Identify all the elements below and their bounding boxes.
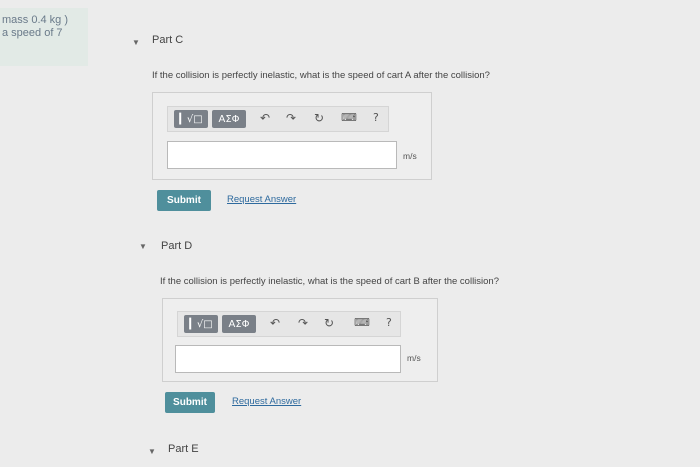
part-c-submit-button[interactable]: Submit bbox=[157, 190, 211, 211]
help-icon[interactable]: ? bbox=[386, 316, 392, 329]
part-d-answer-input[interactable] bbox=[175, 345, 401, 373]
keyboard-icon[interactable]: ⌨ bbox=[341, 111, 357, 124]
undo-icon[interactable]: ↶ bbox=[260, 111, 270, 125]
context-line-1: mass 0.4 kg ) bbox=[2, 14, 69, 26]
part-d-title[interactable]: Part D bbox=[161, 240, 192, 252]
redo-icon[interactable]: ↷ bbox=[298, 316, 308, 330]
part-d-question: If the collision is perfectly inelastic,… bbox=[160, 276, 499, 287]
caret-down-icon[interactable]: ▼ bbox=[148, 447, 156, 456]
caret-down-icon[interactable]: ▼ bbox=[132, 38, 140, 47]
undo-icon[interactable]: ↶ bbox=[270, 316, 280, 330]
reset-icon[interactable]: ↻ bbox=[314, 111, 324, 125]
templates-button[interactable]: ▎√□ bbox=[174, 110, 208, 128]
help-icon[interactable]: ? bbox=[373, 111, 379, 124]
part-c-title[interactable]: Part C bbox=[152, 34, 183, 46]
caret-down-icon[interactable]: ▼ bbox=[139, 242, 147, 251]
reset-icon[interactable]: ↻ bbox=[324, 316, 334, 330]
templates-button[interactable]: ▎√□ bbox=[184, 315, 218, 333]
part-c-unit: m/s bbox=[403, 151, 417, 161]
symbols-button[interactable]: ΑΣΦ bbox=[222, 315, 256, 333]
part-c-answer-input[interactable] bbox=[167, 141, 397, 169]
part-c-question: If the collision is perfectly inelastic,… bbox=[152, 70, 490, 81]
symbols-button[interactable]: ΑΣΦ bbox=[212, 110, 246, 128]
part-c-answer-area: ▎√□ ΑΣΦ ↶ ↷ ↻ ⌨ ? m/s bbox=[152, 92, 432, 180]
part-d-unit: m/s bbox=[407, 353, 421, 363]
context-line-2: a speed of 7 bbox=[2, 27, 63, 39]
math-toolbar: ▎√□ ΑΣΦ ↶ ↷ ↻ ⌨ ? bbox=[167, 106, 389, 132]
keyboard-icon[interactable]: ⌨ bbox=[354, 316, 370, 329]
part-c-request-answer-link[interactable]: Request Answer bbox=[227, 194, 296, 205]
math-toolbar: ▎√□ ΑΣΦ ↶ ↷ ↻ ⌨ ? bbox=[177, 311, 401, 337]
part-d-submit-button[interactable]: Submit bbox=[165, 392, 215, 413]
problem-context-snippet: mass 0.4 kg ) a speed of 7 bbox=[0, 8, 88, 66]
part-e-title[interactable]: Part E bbox=[168, 443, 199, 455]
part-d-request-answer-link[interactable]: Request Answer bbox=[232, 396, 301, 407]
part-d-answer-area: ▎√□ ΑΣΦ ↶ ↷ ↻ ⌨ ? m/s bbox=[162, 298, 438, 382]
redo-icon[interactable]: ↷ bbox=[286, 111, 296, 125]
